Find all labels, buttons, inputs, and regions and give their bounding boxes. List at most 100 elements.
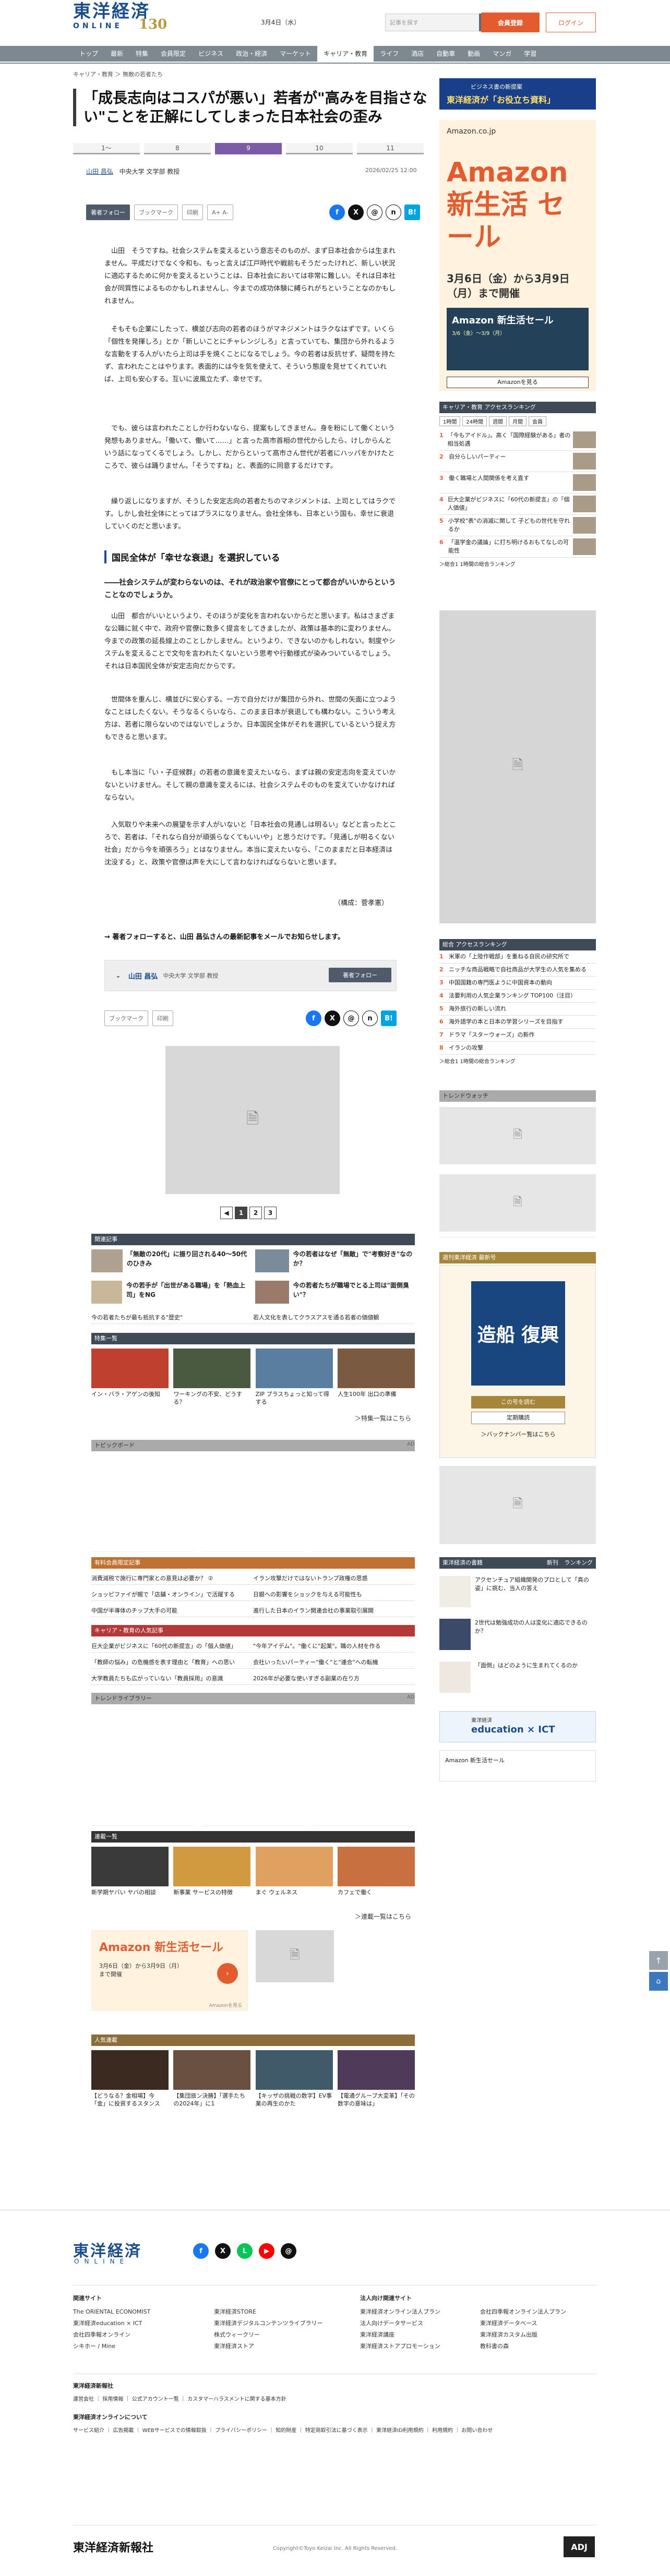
footer-link[interactable]: 会社四季報オンライン [73, 2329, 150, 2341]
threads-icon[interactable]: @ [367, 204, 382, 220]
related-article[interactable]: 今の若者はなぜ「無敵」で"考察好き"なのか？ [255, 1249, 415, 1275]
page-tab[interactable]: 1〜 [73, 143, 140, 154]
nav-item[interactable]: 会員限定 [154, 46, 192, 62]
ranking-item[interactable]: 1 米軍の「上陸作戦部」を重ねる自民の研究所で [439, 950, 596, 964]
facebook-icon[interactable]: f [193, 2243, 209, 2259]
amazon-small-ad[interactable]: Amazon 新生活セール [439, 1750, 596, 1781]
threads-icon[interactable]: @ [343, 1010, 359, 1026]
threads-icon[interactable]: @ [281, 2243, 296, 2259]
career-link[interactable]: 2026年が必要な使いすぎる副業の在り方 [253, 1673, 415, 1685]
footer-link[interactable]: 東洋経済education × ICT [73, 2318, 150, 2329]
follow-button[interactable]: 著者フォロー [86, 204, 130, 220]
ranking-item[interactable]: 3 中国国籍の専門医ように中国資本の動向 [439, 977, 596, 990]
nav-item[interactable]: 自動車 [430, 46, 461, 62]
feature-item[interactable]: ZIP プラスちょっと知って得する [255, 1349, 333, 1411]
author-name[interactable]: 山田 昌弘 [86, 168, 113, 175]
related-article[interactable]: 今の若者たちが職場でとる上司は"面倒臭い"？ [255, 1281, 415, 1307]
nav-item[interactable]: 酒店 [405, 46, 430, 62]
ranking-item[interactable]: 4 巨大企業がビジネスに「60代の新提言」の「個人価値」 [439, 493, 596, 515]
footer-link[interactable]: 東洋経済データベース [480, 2318, 566, 2329]
ranking-item[interactable]: 7 ドラマ「スターウォーズ」の新作 [439, 1029, 596, 1042]
register-button[interactable]: 会員登録 [481, 13, 540, 32]
search-input[interactable]: 記事を探す [385, 14, 480, 31]
ranking-tab[interactable]: 1時間 [439, 416, 461, 426]
footer-link[interactable]: The ORIENTAL ECONOMIST [73, 2306, 150, 2318]
author-follow-button[interactable]: 著者フォロー [329, 968, 391, 982]
ranking-tab[interactable]: 週間 [489, 416, 507, 426]
home-icon[interactable]: ⌂ [649, 1972, 668, 1991]
arrow-up-icon[interactable]: ↑ [649, 1951, 668, 1970]
pager-page[interactable]: 1 [235, 1207, 247, 1219]
arrow-right-icon[interactable]: › [217, 1963, 238, 1984]
nav-item[interactable]: ライフ [374, 46, 405, 62]
page-tab-current[interactable]: 9 [215, 143, 282, 154]
serial-item[interactable]: まぐ ウェルネス [255, 1847, 333, 1909]
youtube-icon[interactable]: ▶ [259, 2243, 274, 2259]
page-tab[interactable]: 11 [357, 143, 424, 154]
career-link[interactable]: 大学教員たちも広がっていない「教員採用」の意識 [91, 1673, 253, 1685]
print-button[interactable]: 印刷 [152, 1010, 173, 1026]
ranking-item[interactable]: 2 自分らしいパーティー [439, 451, 596, 472]
nav-item[interactable]: トップ [73, 46, 104, 62]
career-link[interactable]: 巨大企業がビジネスに「60代の新提言」の「個人価値」 [91, 1641, 253, 1653]
feature-more-link[interactable]: ＞特集一覧はこちら [355, 1414, 411, 1423]
nav-item[interactable]: マーケット [273, 46, 317, 62]
ranking-tab[interactable]: 会員 [529, 416, 547, 426]
feature-item[interactable]: ワーキングの不安、どうする？ [173, 1349, 251, 1411]
adj-badge[interactable]: ADJ [564, 2536, 595, 2557]
note-icon[interactable]: n [386, 204, 401, 220]
sidebar-top-banner[interactable]: ビジネス書の新提案 東洋経済が「お役立ち資料」 [439, 78, 596, 110]
nav-item[interactable]: マンガ [486, 46, 518, 62]
footer-link[interactable]: 東洋経済カスタム出版 [480, 2329, 566, 2341]
x-icon[interactable]: X [215, 2243, 231, 2259]
trend-card[interactable] [313, 1711, 415, 1826]
nav-item[interactable]: 特集 [129, 46, 154, 62]
footer-row-links[interactable]: 運営会社 ｜ 採用情報 ｜ 公式アカウント一覧 ｜ カスタマーハラスメントに関す… [73, 2394, 286, 2402]
topic-card[interactable] [313, 1458, 415, 1552]
hatena-icon[interactable]: B! [381, 1010, 397, 1026]
book-item[interactable]: アクセンチュア組織開発のプロとして「真の姿」に挑む、当人の答え [439, 1576, 596, 1607]
footer-row-links[interactable]: サービス紹介 ｜ 広告掲載 ｜ WEBサービスでの情報取扱 ｜ プライバシーポリ… [73, 2426, 597, 2434]
footer-link[interactable]: 株式ウィークリー [214, 2329, 323, 2341]
popular-item[interactable]: 【電通グループ大変革】「その数字の意味は」 [337, 2050, 415, 2113]
magazine-cover[interactable]: 造船 復興 [471, 1281, 565, 1386]
bookmark-button[interactable]: ブックマーク [104, 1010, 148, 1026]
trend-card[interactable] [91, 1711, 194, 1826]
popular-item[interactable]: 【どうなる？金相場】今「金」に投資するスタンス [91, 2050, 169, 2113]
feature-item[interactable]: イン・バラ・アゲンの後知 [91, 1349, 169, 1411]
footer-link[interactable]: 東洋経済デジタルコンテンツライブラリー [214, 2318, 323, 2329]
footer-link[interactable]: 東洋経済オンライン法人プラン [360, 2306, 440, 2318]
career-link[interactable]: 会社いったいパーティー"働く"と"連合"への転機 [253, 1657, 415, 1669]
ranking-item[interactable]: 5 小学校"表"の消滅に関して 子どもの世代を守れるか [439, 515, 596, 536]
hatena-icon[interactable]: B! [404, 204, 420, 220]
subscribe-button[interactable]: 定期購読 [471, 1412, 565, 1424]
chevron-down-icon[interactable]: ⌄ [115, 972, 121, 980]
nav-item[interactable]: ビジネス [192, 46, 230, 62]
amazon-ad[interactable]: Amazon 新生活セール 3月6日（金）から3月9日（月）まで開催 › Ama… [91, 1930, 248, 2011]
premium-link[interactable]: ショッピファイが親で「店舗・オンライン」で活躍する [91, 1589, 253, 1601]
premium-link[interactable]: イラン攻撃だけではないトランプ政権の思惑 [253, 1573, 415, 1585]
footer-link[interactable]: 会社四季報オンライン法人プラン [480, 2306, 566, 2318]
ranking-item[interactable]: 6 「温学金の議論」に打ち明けるおもてなしの可能性 [439, 536, 596, 558]
footer-link[interactable]: 東洋経済STORE [214, 2306, 323, 2318]
facebook-icon[interactable]: f [306, 1010, 321, 1026]
x-icon[interactable]: X [348, 204, 364, 220]
serial-item[interactable]: 新事業 サービスの特徴 [173, 1847, 251, 1909]
premium-link[interactable]: 消費減税で施行に専門家との意見は必要か？ ② [91, 1573, 253, 1585]
sidebar-amazon-ad[interactable]: Amazon.co.jp Amazon 新生活 セール 3月6日（金）から3月9… [439, 120, 596, 391]
related-article[interactable]: 「無敵の20代」に振り回される40〜50代のひきみ [91, 1249, 251, 1275]
trend-card[interactable] [202, 1711, 304, 1826]
pager-page[interactable]: 3 [264, 1207, 277, 1219]
font-size-button[interactable]: A+ A- [207, 204, 233, 220]
ranking-item[interactable]: 2 ニッチな商品戦略で自社商品が大学生の人気を集める [439, 964, 596, 977]
serial-item[interactable]: 新学期ヤバい ヤバの相談 [91, 1847, 169, 1909]
books-tab[interactable]: ランキング [564, 1559, 593, 1566]
books-tab[interactable]: 新刊 [547, 1559, 558, 1566]
x-icon[interactable]: X [325, 1010, 340, 1026]
related-article[interactable]: 今の若手が「出世がある職場」を「熱血上司」をNG [91, 1281, 251, 1307]
ranking-item[interactable]: 3 働く職場と人間関係を考え直す [439, 472, 596, 493]
footer-link[interactable]: 東洋経済ストアプロモーション [360, 2341, 440, 2352]
prev-page-icon[interactable]: ◀ [220, 1207, 233, 1219]
premium-link[interactable]: 中国が半導体のチップ大手の可能 [91, 1605, 253, 1617]
related-link[interactable]: 若人文化を表してクラスアスを通る若者の価値観 [253, 1312, 415, 1324]
